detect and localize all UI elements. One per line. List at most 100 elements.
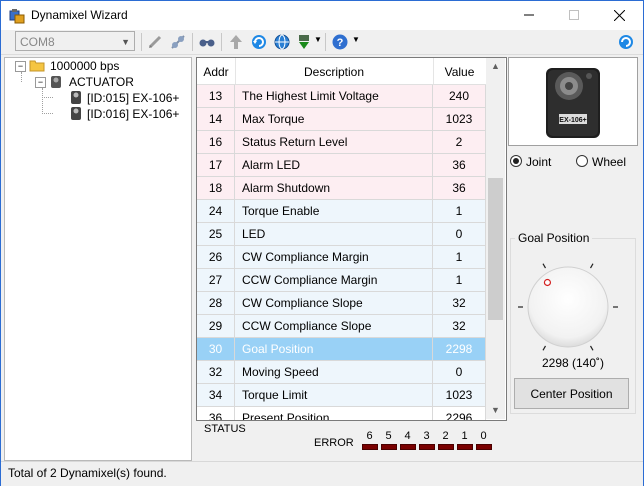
column-header-addr[interactable]: Addr bbox=[197, 58, 236, 84]
error-bit-label: 4 bbox=[404, 430, 411, 442]
refresh-icon[interactable] bbox=[250, 33, 268, 51]
cell-description: Goal Position bbox=[235, 338, 433, 361]
knob-tick bbox=[589, 345, 594, 351]
cell-addr: 24 bbox=[197, 200, 235, 223]
error-led-icon bbox=[438, 444, 454, 450]
error-bit-label: 2 bbox=[442, 430, 449, 442]
table-row[interactable]: 18 Alarm Shutdown 36 bbox=[197, 177, 486, 200]
close-button[interactable] bbox=[597, 1, 642, 30]
cell-value[interactable]: 2296 bbox=[433, 407, 486, 420]
error-led-icon bbox=[400, 444, 416, 450]
help-icon[interactable]: ? bbox=[331, 33, 349, 51]
cell-value[interactable]: 240 bbox=[433, 85, 486, 108]
cell-value[interactable]: 32 bbox=[433, 292, 486, 315]
cell-value[interactable]: 32 bbox=[433, 315, 486, 338]
cell-value[interactable]: 1 bbox=[433, 269, 486, 292]
servo-icon bbox=[71, 107, 81, 120]
table-row[interactable]: 30 Goal Position 2298 bbox=[197, 338, 486, 361]
maximize-button[interactable] bbox=[551, 1, 596, 30]
globe-refresh-icon[interactable] bbox=[617, 33, 635, 51]
cell-description: CCW Compliance Slope bbox=[235, 315, 433, 338]
table-row[interactable]: 24 Torque Enable 1 bbox=[197, 200, 486, 223]
cell-addr: 28 bbox=[197, 292, 235, 315]
error-led-icon bbox=[381, 444, 397, 450]
servo-picture-icon: EX-106+ bbox=[546, 68, 600, 138]
collapse-icon[interactable]: − bbox=[15, 61, 26, 72]
cell-addr: 36 bbox=[197, 407, 235, 420]
cell-value[interactable]: 1 bbox=[433, 200, 486, 223]
servo-image: EX-106+ bbox=[508, 57, 638, 146]
cell-addr: 18 bbox=[197, 177, 235, 200]
knob-tick bbox=[589, 263, 594, 269]
center-position-button[interactable]: Center Position bbox=[514, 378, 629, 409]
toolbar: COM8 ▼ ▼ ? ▼ bbox=[1, 30, 643, 55]
cell-addr: 26 bbox=[197, 246, 235, 269]
error-led-icon bbox=[362, 444, 378, 450]
cell-value[interactable]: 0 bbox=[433, 223, 486, 246]
chevron-down-icon[interactable]: ▼ bbox=[352, 35, 360, 44]
cell-addr: 16 bbox=[197, 131, 235, 154]
table-row[interactable]: 26 CW Compliance Margin 1 bbox=[197, 246, 486, 269]
servo-icon bbox=[71, 91, 81, 104]
column-header-value[interactable]: Value bbox=[433, 58, 486, 84]
goal-position-knob[interactable] bbox=[510, 252, 636, 352]
scroll-up-icon[interactable]: ▲ bbox=[486, 58, 505, 75]
cell-description: CW Compliance Margin bbox=[235, 246, 433, 269]
table-row[interactable]: 34 Torque Limit 1023 bbox=[197, 384, 486, 407]
table-row[interactable]: 16 Status Return Level 2 bbox=[197, 131, 486, 154]
table-row[interactable]: 13 The Highest Limit Voltage 240 bbox=[197, 85, 486, 108]
table-scrollbar[interactable]: ▲ ▼ bbox=[486, 58, 505, 419]
cell-description: Torque Limit bbox=[235, 384, 433, 407]
table-row[interactable]: 32 Moving Speed 0 bbox=[197, 361, 486, 384]
cell-description: Alarm LED bbox=[235, 154, 433, 177]
table-row[interactable]: 36 Present Position 2296 bbox=[197, 407, 486, 420]
mode-joint-label: Joint bbox=[526, 155, 552, 169]
cell-addr: 34 bbox=[197, 384, 235, 407]
window-title: Dynamixel Wizard bbox=[31, 8, 128, 22]
download-icon[interactable] bbox=[296, 33, 314, 51]
table-row[interactable]: 14 Max Torque 1023 bbox=[197, 108, 486, 131]
table-row[interactable]: 28 CW Compliance Slope 32 bbox=[197, 292, 486, 315]
globe-icon[interactable] bbox=[273, 33, 291, 51]
folder-icon bbox=[29, 60, 45, 72]
cell-value[interactable]: 2 bbox=[433, 131, 486, 154]
cell-value[interactable]: 1023 bbox=[433, 108, 486, 131]
table-row[interactable]: 17 Alarm LED 36 bbox=[197, 154, 486, 177]
connect-icon[interactable] bbox=[169, 33, 187, 51]
upload-icon[interactable] bbox=[227, 33, 245, 51]
table-row[interactable]: 29 CCW Compliance Slope 32 bbox=[197, 315, 486, 338]
column-header-description[interactable]: Description bbox=[235, 58, 434, 84]
cell-description: Max Torque bbox=[235, 108, 433, 131]
cell-value[interactable]: 36 bbox=[433, 177, 486, 200]
port-select[interactable]: COM8 ▼ bbox=[15, 31, 135, 51]
cell-value[interactable]: 1023 bbox=[433, 384, 486, 407]
table-row[interactable]: 25 LED 0 bbox=[197, 223, 486, 246]
cell-value[interactable]: 0 bbox=[433, 361, 486, 384]
table-row[interactable]: 27 CCW Compliance Margin 1 bbox=[197, 269, 486, 292]
servo-label: EX-106+ bbox=[559, 117, 586, 124]
glasses-icon[interactable] bbox=[198, 33, 216, 51]
cell-value[interactable]: 1 bbox=[433, 246, 486, 269]
error-bit-label: 6 bbox=[366, 430, 373, 442]
maximize-icon bbox=[568, 10, 579, 20]
cell-value[interactable]: 36 bbox=[433, 154, 486, 177]
error-bit-label: 0 bbox=[480, 430, 487, 442]
minimize-button[interactable] bbox=[506, 1, 551, 30]
scroll-down-icon[interactable]: ▼ bbox=[486, 402, 505, 419]
collapse-icon[interactable]: − bbox=[35, 77, 46, 88]
chevron-down-icon[interactable]: ▼ bbox=[314, 35, 322, 44]
control-table[interactable]: Addr Description Value 13 The Highest Lim… bbox=[196, 57, 507, 421]
error-led-icon bbox=[419, 444, 435, 450]
cell-description: Status Return Level bbox=[235, 131, 433, 154]
cell-addr: 13 bbox=[197, 85, 235, 108]
scrollbar-thumb[interactable] bbox=[488, 178, 503, 320]
toolbar-separator bbox=[192, 33, 193, 51]
actuator-icon bbox=[51, 76, 61, 88]
pen-icon[interactable] bbox=[146, 33, 164, 51]
close-icon bbox=[613, 9, 626, 22]
cell-value[interactable]: 2298 bbox=[433, 338, 486, 361]
status-label: STATUS bbox=[204, 423, 246, 435]
cell-description: Alarm Shutdown bbox=[235, 177, 433, 200]
radio-unselected-icon bbox=[576, 155, 588, 167]
cell-description: CW Compliance Slope bbox=[235, 292, 433, 315]
